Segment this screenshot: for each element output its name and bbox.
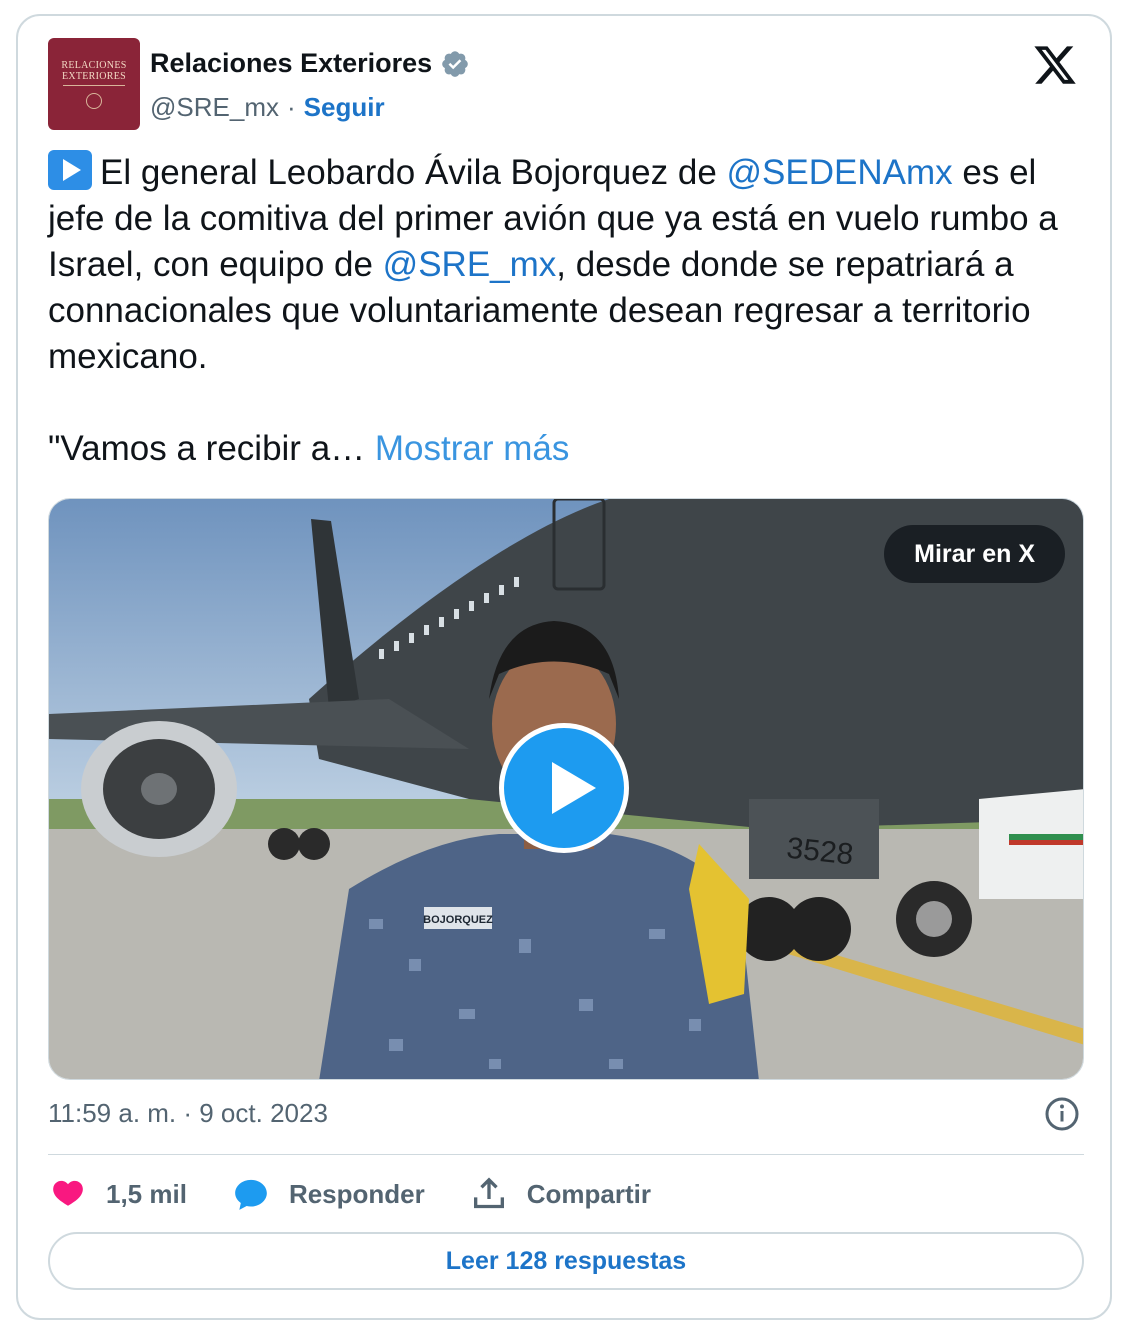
tweet-text-part-1: El general Leobardo Ávila Bojorquez de	[100, 153, 727, 192]
verified-badge-icon	[442, 50, 468, 77]
name-tag-text: BOJORQUEZ	[423, 914, 493, 926]
info-icon[interactable]	[1044, 1096, 1080, 1132]
tweet-paragraph-1: El general Leobardo Ávila Bojorquez de @…	[48, 150, 1088, 380]
plane-number-text: 3528	[785, 832, 855, 872]
avatar-text-2: EXTERIORES	[61, 70, 127, 82]
avatar-rule	[63, 84, 125, 86]
x-logo-icon[interactable]	[1032, 42, 1078, 88]
heart-icon	[53, 1180, 83, 1206]
mention-sedena-link[interactable]: @SEDENAmx	[727, 153, 953, 192]
like-count: 1,5 mil	[106, 1178, 187, 1209]
account-name-row[interactable]: Relaciones Exteriores	[150, 48, 470, 79]
tweet-text-part-4: "Vamos a recibir a…	[48, 429, 366, 468]
reply-button[interactable]: Responder	[231, 1174, 425, 1214]
reply-icon	[235, 1179, 267, 1210]
tweet-text: El general Leobardo Ávila Bojorquez de @…	[48, 150, 1088, 472]
follow-button[interactable]: Seguir	[304, 92, 385, 123]
avatar-seal	[86, 92, 102, 109]
account-name[interactable]: Relaciones Exteriores	[150, 48, 432, 79]
play-button-emoji-icon	[48, 150, 92, 190]
tweet-card: RELACIONES EXTERIORES Relaciones Exterio…	[16, 14, 1112, 1320]
video-player[interactable]: BOJORQUEZ 3528 Mirar en X	[48, 498, 1084, 1080]
reply-label: Responder	[288, 1178, 425, 1209]
dot-separator: ·	[286, 92, 296, 122]
share-icon	[473, 1177, 504, 1209]
divider	[48, 1154, 1084, 1155]
share-button[interactable]: Compartir	[469, 1174, 651, 1214]
avatar-text-1: RELACIONES	[61, 59, 127, 71]
account-handle[interactable]: @SRE_mx	[150, 92, 279, 123]
timestamp[interactable]: 11:59 a. m. · 9 oct. 2023	[48, 1098, 328, 1129]
like-button[interactable]: 1,5 mil	[48, 1174, 187, 1214]
watch-on-x-button[interactable]: Mirar en X	[884, 525, 1065, 583]
show-more-link[interactable]: Mostrar más	[375, 429, 569, 468]
share-label: Compartir	[526, 1178, 651, 1209]
action-bar: 1,5 mil Responder Compartir	[48, 1172, 695, 1216]
handle-row: @SRE_mx · Seguir	[150, 92, 385, 123]
avatar[interactable]: RELACIONES EXTERIORES	[48, 38, 140, 130]
read-replies-button[interactable]: Leer 128 respuestas	[48, 1232, 1084, 1290]
tweet-paragraph-2: "Vamos a recibir a… Mostrar más	[48, 426, 1088, 472]
mention-sre-link[interactable]: @SRE_mx	[383, 245, 557, 284]
play-icon[interactable]	[499, 723, 629, 853]
